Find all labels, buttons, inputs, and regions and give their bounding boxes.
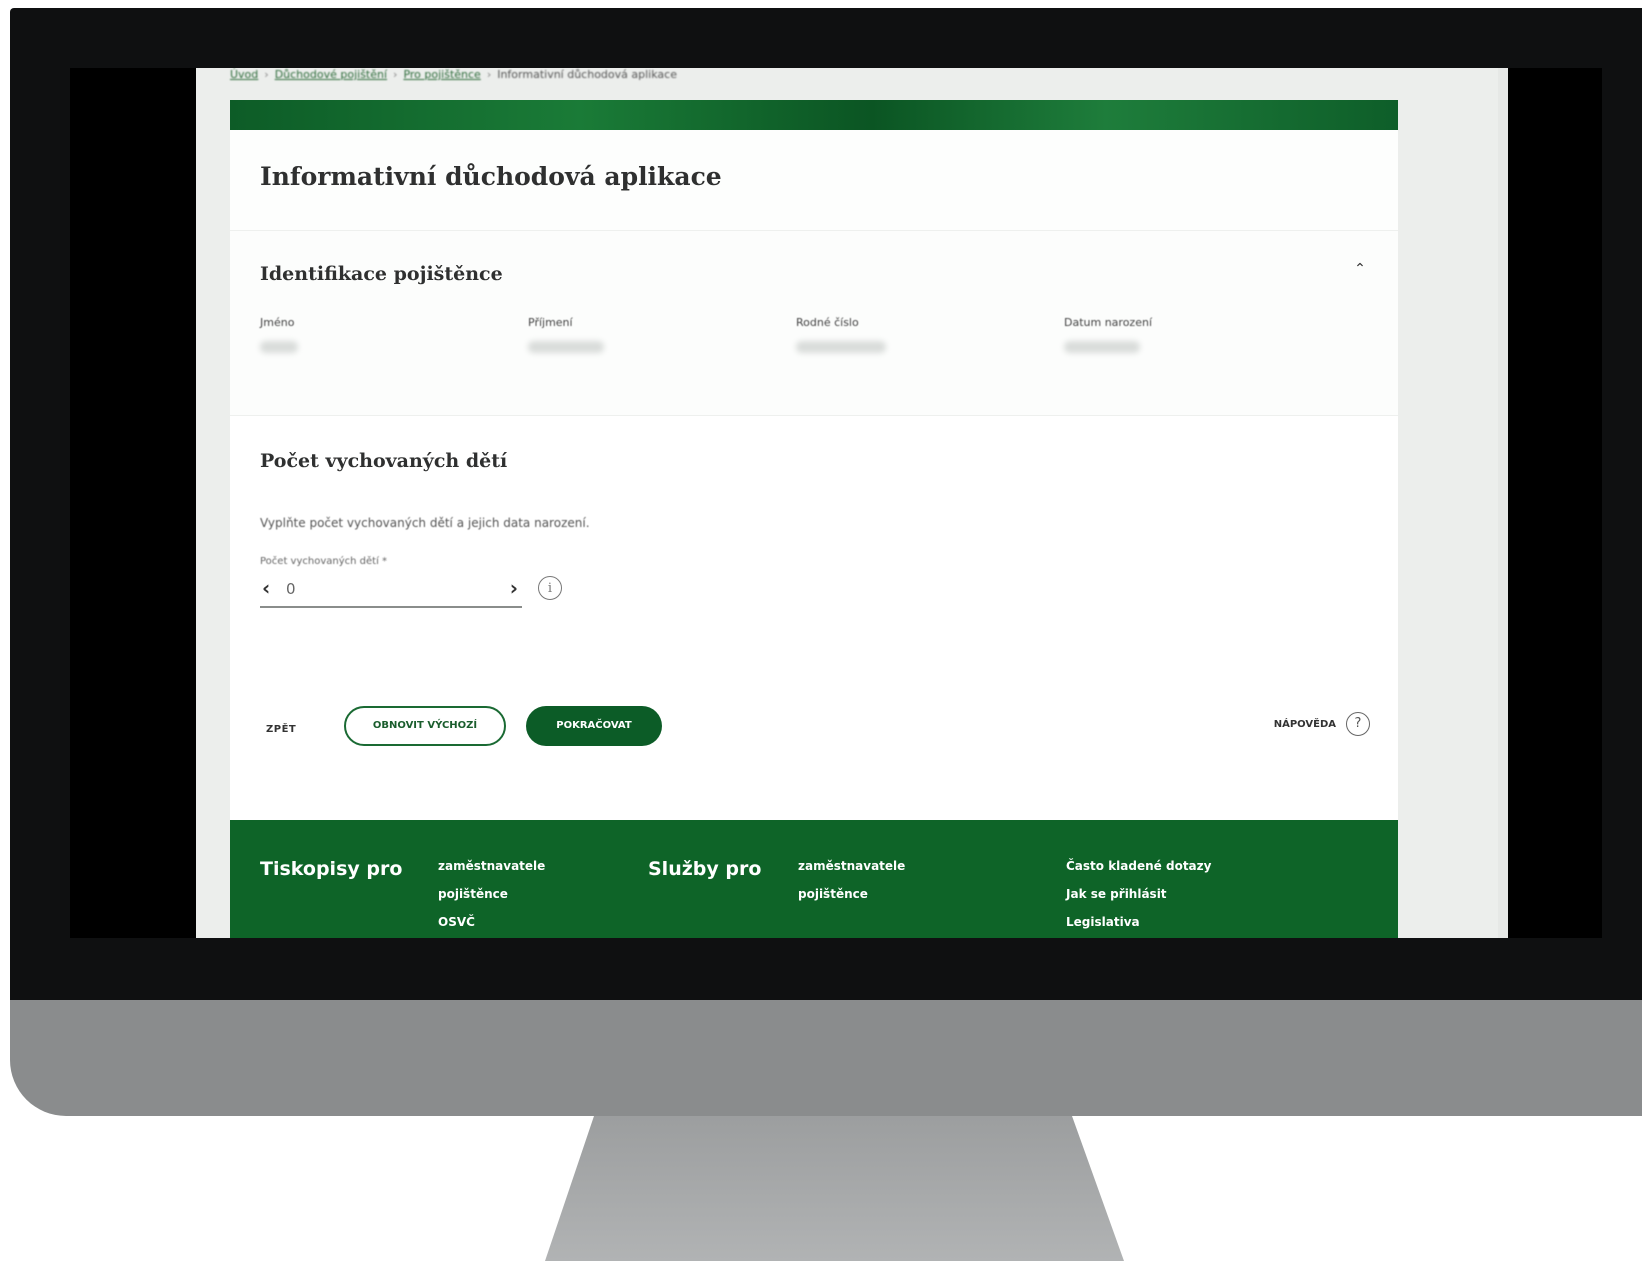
children-count-stepper[interactable]: ‹ 0 › <box>260 570 522 608</box>
footer-services-insured-link[interactable]: pojištěnce <box>798 880 905 908</box>
continue-button[interactable]: POKRAČOVAT <box>526 706 662 746</box>
breadcrumb-home[interactable]: Úvod <box>230 68 258 81</box>
collapse-chevron-icon[interactable]: ⌃ <box>1350 261 1370 277</box>
first-name-label: Jméno <box>260 316 295 329</box>
back-button[interactable]: ZPĚT <box>266 724 296 735</box>
header-banner <box>230 100 1398 130</box>
page-title: Informativní důchodová aplikace <box>260 162 722 191</box>
footer-legislation-link[interactable]: Legislativa <box>1066 908 1211 936</box>
breadcrumb-insured[interactable]: Pro pojištěnce <box>403 68 480 81</box>
reset-defaults-button[interactable]: OBNOVIT VÝCHOZÍ <box>344 706 506 746</box>
site-footer: Tiskopisy pro zaměstnavatele pojištěnce … <box>230 820 1398 938</box>
footer-forms-osvc-link[interactable]: OSVČ <box>438 908 545 936</box>
breadcrumb: Úvod › Důchodové pojištění › Pro pojištěnce ›… <box>230 68 677 81</box>
birth-number-label: Rodné číslo <box>796 316 859 329</box>
help-label: NÁPOVĚDA <box>1273 719 1336 730</box>
title-row: Informativní důchodová aplikace <box>230 130 1398 231</box>
children-count-value[interactable]: 0 <box>286 580 296 598</box>
footer-services-title: Služby pro <box>648 858 762 880</box>
monitor-stand <box>545 1116 1124 1261</box>
breadcrumb-pension-insurance[interactable]: Důchodové pojištění <box>275 68 387 81</box>
children-hint: Vyplňte počet vychovaných dětí a jejich … <box>260 516 590 530</box>
application-card: Informativní důchodová aplikace Identifi… <box>230 130 1398 826</box>
breadcrumb-current: Informativní důchodová aplikace <box>497 68 677 81</box>
help-question-icon: ? <box>1346 712 1370 736</box>
monitor-screen: Úvod › Důchodové pojištění › Pro pojištěnce ›… <box>70 68 1602 938</box>
action-bar: ZPĚT OBNOVIT VÝCHOZÍ POKRAČOVAT NÁPOVĚDA… <box>230 706 1398 756</box>
footer-forms-insured-link[interactable]: pojištěnce <box>438 880 545 908</box>
footer-faq-link[interactable]: Často kladené dotazy <box>1066 852 1211 880</box>
page-scrollbar[interactable] <box>1498 68 1508 938</box>
birth-date-value-redacted <box>1064 341 1140 353</box>
last-name-label: Příjmení <box>528 316 573 329</box>
footer-forms-employers-link[interactable]: zaměstnavatele <box>438 852 545 880</box>
last-name-field: Příjmení <box>528 316 768 353</box>
monitor-chin <box>10 1000 1642 1116</box>
info-icon[interactable]: i <box>538 576 562 600</box>
first-name-field: Jméno <box>260 316 500 353</box>
birth-number-field: Rodné číslo <box>796 316 1036 353</box>
insured-identification-section: Identifikace pojištěnce ⌃ Jméno Příjmení… <box>230 231 1398 416</box>
first-name-value-redacted <box>260 341 298 353</box>
footer-services-links: zaměstnavatele pojištěnce <box>798 852 905 908</box>
birth-number-value-redacted <box>796 341 886 353</box>
footer-login-help-link[interactable]: Jak se přihlásit <box>1066 880 1211 908</box>
birth-date-field: Datum narození <box>1064 316 1304 353</box>
children-count-label: Počet vychovaných dětí * <box>260 556 388 567</box>
last-name-value-redacted <box>528 341 604 353</box>
identification-title: Identifikace pojištěnce <box>260 263 503 285</box>
decrement-chevron-icon[interactable]: ‹ <box>262 576 270 600</box>
birth-date-label: Datum narození <box>1064 316 1152 329</box>
footer-forms-title: Tiskopisy pro <box>260 858 403 880</box>
children-title: Počet vychovaných dětí <box>260 450 508 472</box>
increment-chevron-icon[interactable]: › <box>510 576 518 600</box>
children-count-section: Počet vychovaných dětí Vyplňte počet vyc… <box>230 416 1398 816</box>
footer-forms-links: zaměstnavatele pojištěnce OSVČ <box>438 852 545 936</box>
footer-services-employers-link[interactable]: zaměstnavatele <box>798 852 905 880</box>
footer-misc-links: Často kladené dotazy Jak se přihlásit Le… <box>1066 852 1211 936</box>
browser-viewport: Úvod › Důchodové pojištění › Pro pojištěnce ›… <box>196 68 1508 938</box>
